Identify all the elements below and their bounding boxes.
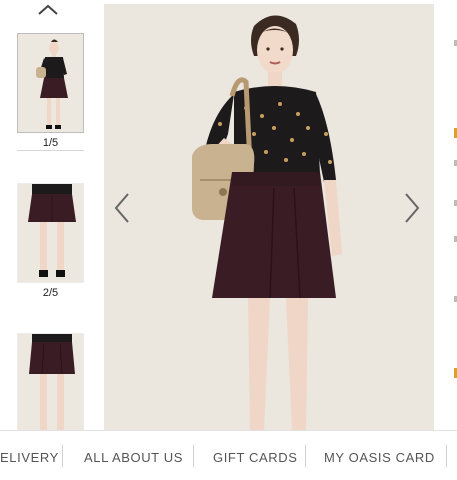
thumbnail-counter: 2/5: [42, 287, 59, 299]
thumbnail-1[interactable]: 1/5: [17, 33, 84, 151]
nav-item-all-about-us[interactable]: ALL ABOUT US: [84, 450, 183, 465]
chevron-right-icon: [405, 193, 420, 223]
chevron-left-icon: [114, 193, 129, 223]
nav-divider: [305, 445, 306, 467]
thumbnail-list: 1/5 2/5: [0, 20, 100, 430]
nav-divider: [62, 445, 63, 467]
nav-item-my-oasis-card[interactable]: MY OASIS CARD: [324, 450, 435, 465]
thumbnail-counter: 1/5: [17, 137, 84, 151]
previous-image-button[interactable]: [112, 190, 132, 226]
thumbnail-image: [17, 333, 84, 430]
footer-navigation: ELIVERY ALL ABOUT US GIFT CARDS MY OASIS…: [0, 430, 457, 480]
main-product-image: [104, 4, 434, 430]
next-image-button[interactable]: [402, 190, 422, 226]
thumbnail-image: [17, 33, 84, 133]
nav-item-gift-cards[interactable]: GIFT CARDS: [213, 450, 298, 465]
thumbnail-3[interactable]: [17, 333, 84, 430]
thumbnails-scroll-up-button[interactable]: [36, 0, 60, 20]
thumbnail-2[interactable]: 2/5: [17, 183, 84, 301]
nav-divider: [446, 445, 447, 467]
chevron-up-icon: [38, 4, 58, 15]
nav-item-delivery[interactable]: ELIVERY: [0, 450, 59, 465]
cropped-product-details: [450, 0, 457, 430]
model-photo: [104, 4, 434, 430]
thumbnail-image: [17, 183, 84, 283]
nav-divider: [193, 445, 194, 467]
